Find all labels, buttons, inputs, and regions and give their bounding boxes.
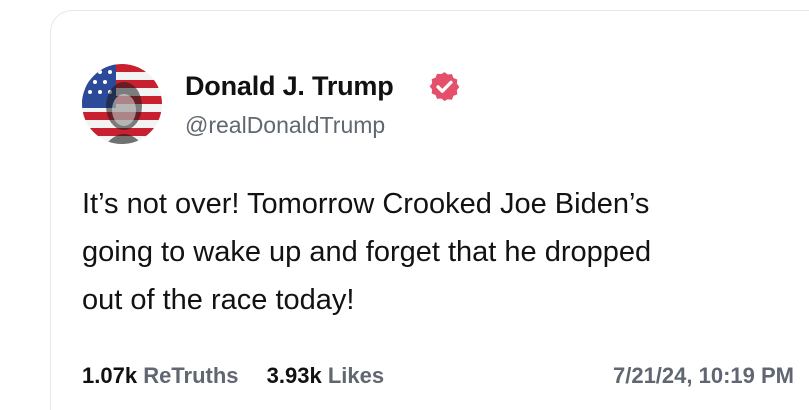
- flag-portrait-icon: [82, 64, 162, 144]
- post-body-line: out of the race today!: [82, 284, 355, 316]
- likes-count: 3.93k: [266, 363, 322, 388]
- post-body-line: It’s not over! Tomorrow Crooked Joe Bide…: [82, 188, 650, 220]
- retruths-stat[interactable]: 1.07k ReTruths: [82, 363, 239, 389]
- likes-stat[interactable]: 3.93k Likes: [267, 363, 384, 389]
- author-name[interactable]: Donald J. Trump: [185, 71, 394, 102]
- avatar[interactable]: [82, 64, 162, 144]
- post-stats: 1.07k ReTruths 3.93k Likes: [82, 363, 406, 389]
- likes-label: Likes: [327, 363, 385, 388]
- post-body: It’s not over! Tomorrow Crooked Joe Bide…: [82, 180, 802, 324]
- post-timestamp[interactable]: 7/21/24, 10:19 PM: [613, 363, 794, 389]
- author-handle[interactable]: @realDonaldTrump: [185, 112, 385, 139]
- verified-badge-icon: [428, 70, 461, 103]
- retruths-label: ReTruths: [143, 363, 239, 388]
- post-body-line: going to wake up and forget that he drop…: [82, 236, 652, 268]
- retruths-count: 1.07k: [82, 363, 138, 388]
